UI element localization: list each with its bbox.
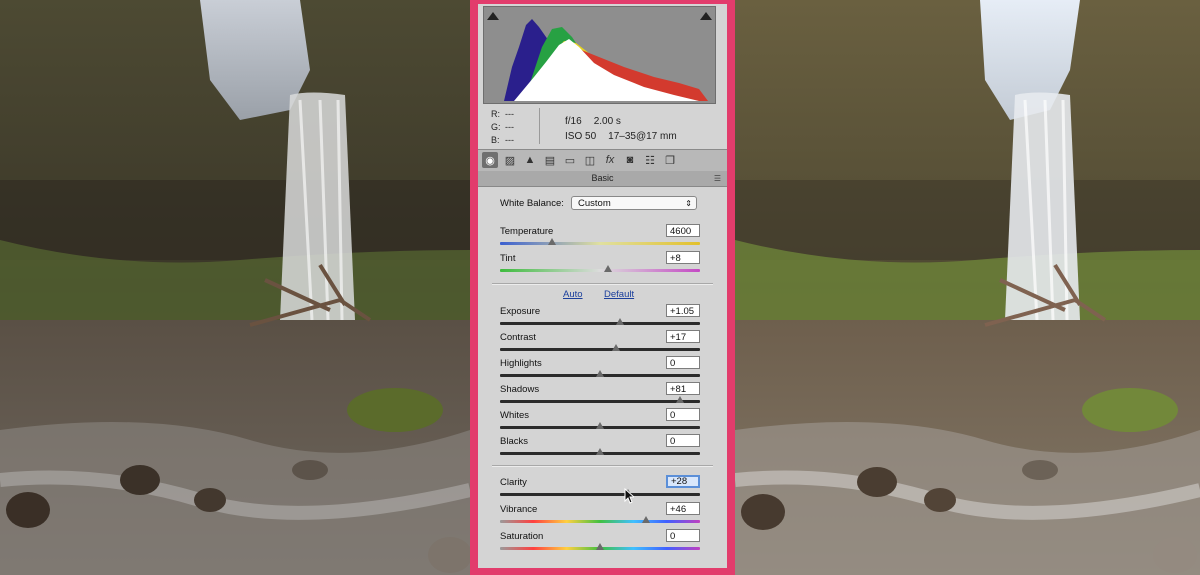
temperature-track[interactable]: [500, 242, 700, 245]
shadows-value[interactable]: +81: [666, 382, 700, 395]
tab-lens-corrections-icon[interactable]: ◫: [582, 152, 598, 168]
slider-saturation: Saturation 0: [500, 529, 700, 557]
vibrance-handle[interactable]: [642, 516, 650, 523]
tab-tone-curve-icon[interactable]: ▨: [502, 152, 518, 168]
histogram-info: R: --- G: --- B: --- f/16 2.00 s ISO 50 17–35…: [483, 104, 716, 150]
exposure-handle[interactable]: [616, 318, 624, 325]
tab-snapshots-icon[interactable]: ❐: [662, 152, 678, 168]
slider-shadows: Shadows +81: [500, 382, 700, 410]
aperture: f/16: [565, 116, 582, 127]
slider-tint: Tint +8: [500, 251, 700, 279]
lens: 17–35@17 mm: [608, 131, 677, 142]
white-balance-label: White Balance:: [500, 198, 564, 209]
tint-track[interactable]: [500, 269, 700, 272]
saturation-value[interactable]: 0: [666, 529, 700, 542]
slider-blacks: Blacks 0: [500, 434, 700, 462]
whites-handle[interactable]: [596, 422, 604, 429]
vibrance-track[interactable]: [500, 520, 700, 523]
tint-value[interactable]: +8: [666, 251, 700, 264]
exposure-value[interactable]: +1.05: [666, 304, 700, 317]
rgb-readout: R: --- G: --- B: ---: [491, 109, 514, 145]
tab-effects-icon[interactable]: fx: [602, 152, 618, 168]
whites-value[interactable]: 0: [666, 408, 700, 421]
slider-contrast: Contrast +17: [500, 330, 700, 358]
panel-tabs: ◉ ▨ ▲ ▤ ▭ ◫ fx ◙ ☷ ❐: [478, 149, 727, 172]
tab-hsl-icon[interactable]: ▤: [542, 152, 558, 168]
clarity-value[interactable]: +28: [666, 475, 700, 488]
clarity-track[interactable]: [500, 493, 700, 496]
contrast-handle[interactable]: [612, 344, 620, 351]
histogram-graph: [504, 19, 708, 101]
saturation-handle[interactable]: [596, 543, 604, 550]
after-photo: [735, 0, 1200, 575]
mouse-cursor-icon: [624, 488, 634, 504]
info-divider: [539, 108, 540, 144]
tab-detail-icon[interactable]: ▲: [522, 152, 538, 168]
slider-clarity: Clarity +28: [500, 475, 700, 503]
slider-highlights: Highlights 0: [500, 356, 700, 384]
divider: [492, 283, 713, 285]
temperature-value[interactable]: 4600: [666, 224, 700, 237]
histogram: [483, 6, 716, 104]
contrast-track[interactable]: [500, 348, 700, 351]
camera-info: f/16 2.00 s ISO 50 17–35@17 mm: [565, 114, 689, 144]
slider-vibrance: Vibrance +46: [500, 502, 700, 530]
tint-handle[interactable]: [604, 265, 612, 272]
auto-link[interactable]: Auto: [563, 289, 583, 300]
slider-whites: Whites 0: [500, 408, 700, 436]
panel-menu-icon[interactable]: ☰: [714, 171, 721, 186]
shutter-speed: 2.00 s: [593, 116, 621, 127]
before-photo: [0, 0, 470, 575]
tab-split-toning-icon[interactable]: ▭: [562, 152, 578, 168]
camera-raw-panel: R: --- G: --- B: --- f/16 2.00 s ISO 50 17–35…: [478, 4, 727, 568]
contrast-value[interactable]: +17: [666, 330, 700, 343]
highlights-value[interactable]: 0: [666, 356, 700, 369]
white-balance-select[interactable]: Custom ⇕: [571, 196, 697, 210]
blacks-value[interactable]: 0: [666, 434, 700, 447]
highlights-handle[interactable]: [596, 370, 604, 377]
slider-temperature: Temperature 4600: [500, 224, 700, 252]
tab-basic-icon[interactable]: ◉: [482, 152, 498, 168]
temperature-handle[interactable]: [548, 238, 556, 245]
select-arrow-icon: ⇕: [685, 199, 692, 208]
blacks-handle[interactable]: [596, 448, 604, 455]
section-header: Basic ☰: [478, 171, 727, 187]
default-link[interactable]: Default: [604, 289, 634, 300]
tab-presets-icon[interactable]: ☷: [642, 152, 658, 168]
section-title: Basic: [591, 173, 614, 183]
tab-camera-calibration-icon[interactable]: ◙: [622, 152, 638, 168]
slider-exposure: Exposure +1.05: [500, 304, 700, 332]
shadows-track[interactable]: [500, 400, 700, 403]
vibrance-value[interactable]: +46: [666, 502, 700, 515]
shadows-handle[interactable]: [676, 396, 684, 403]
iso: ISO 50: [565, 131, 597, 142]
exposure-track[interactable]: [500, 322, 700, 325]
divider: [492, 465, 713, 467]
panel-frame: R: --- G: --- B: --- f/16 2.00 s ISO 50 17–35…: [470, 0, 735, 575]
